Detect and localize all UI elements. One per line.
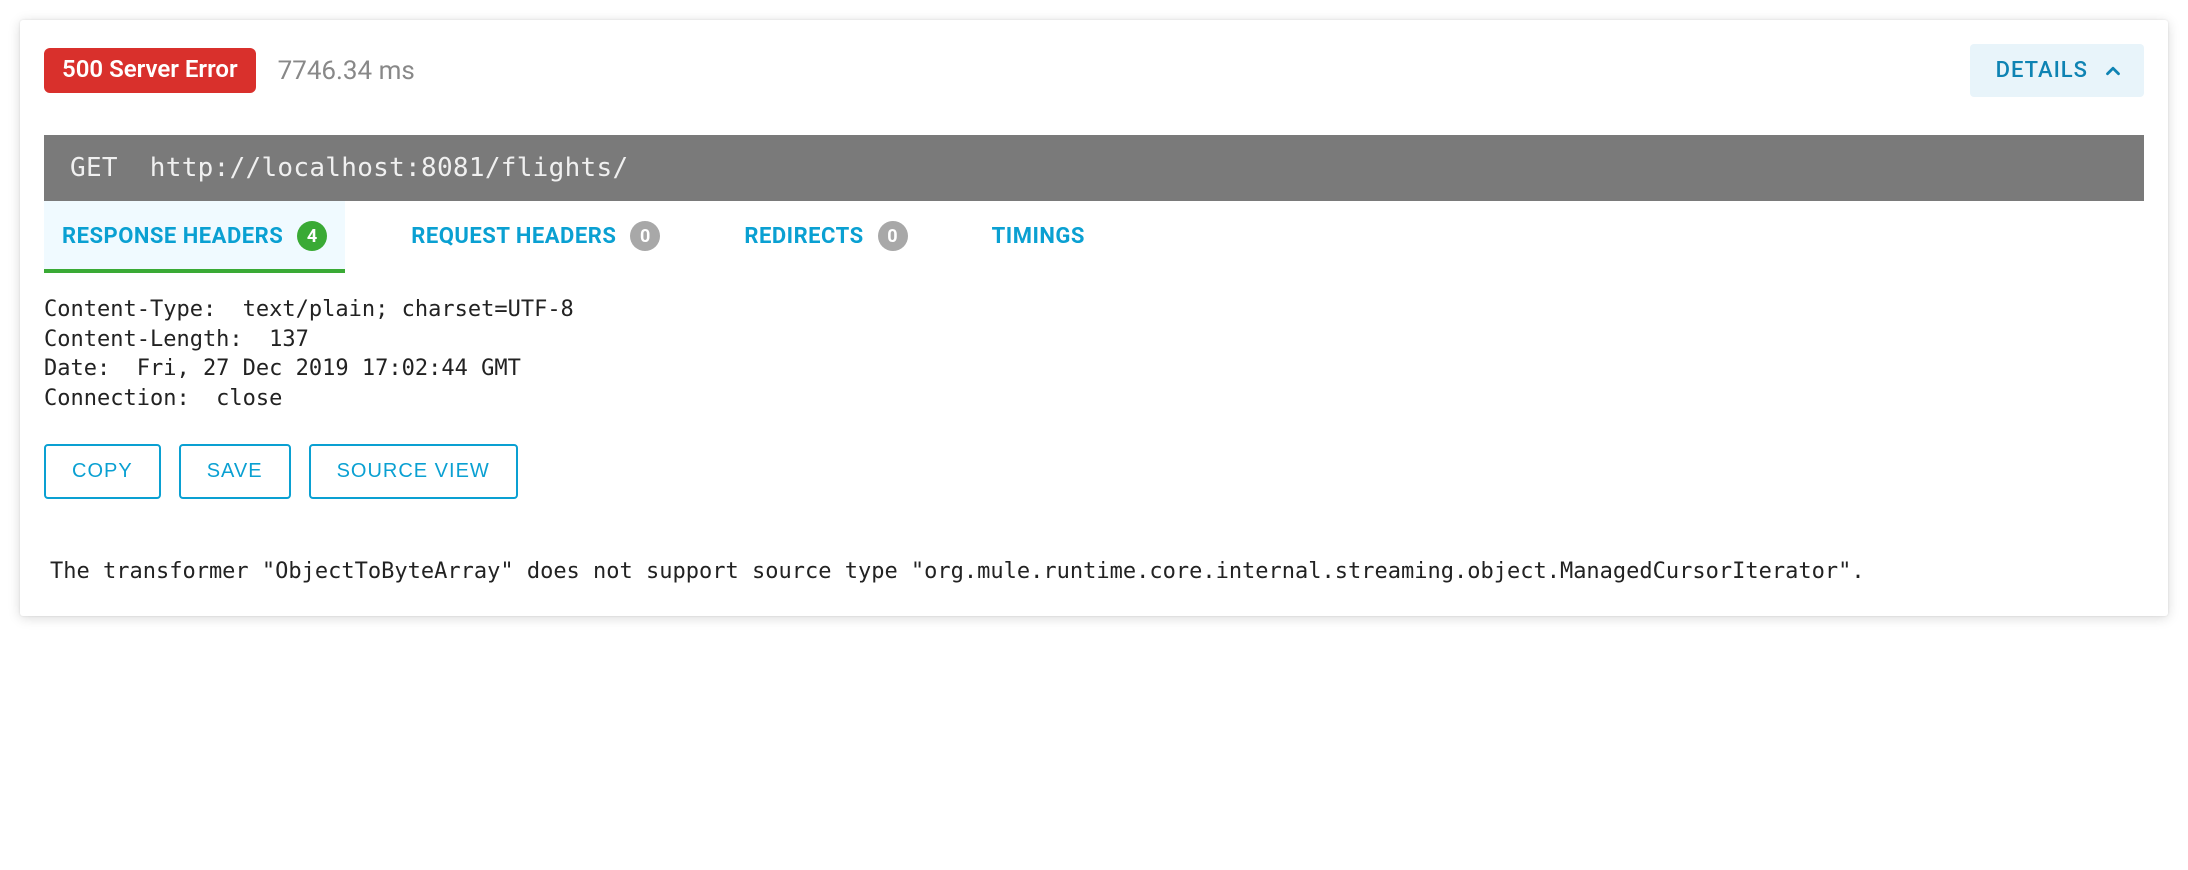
tab-label: REDIRECTS [744,224,863,249]
copy-button[interactable]: COPY [44,444,161,499]
tab-response-headers[interactable]: RESPONSE HEADERS 4 [44,201,345,273]
summary-row: 500 Server Error 7746.34 ms DETAILS [20,20,2168,113]
request-bar: GET http://localhost:8081/flights/ [44,135,2144,201]
save-button[interactable]: SAVE [179,444,291,499]
tab-count: 4 [297,221,327,251]
response-panel: 500 Server Error 7746.34 ms DETAILS GET … [20,20,2168,616]
details-toggle[interactable]: DETAILS [1970,44,2144,97]
response-time: 7746.34 ms [278,56,415,86]
tab-label: RESPONSE HEADERS [62,224,283,249]
source-view-button[interactable]: SOURCE VIEW [309,444,518,499]
action-buttons: COPY SAVE SOURCE VIEW [20,422,2168,505]
tab-redirects[interactable]: REDIRECTS 0 [726,201,925,273]
details-label: DETAILS [1996,58,2088,83]
tab-count: 0 [878,221,908,251]
status-badge: 500 Server Error [44,48,256,92]
tab-label: REQUEST HEADERS [411,224,616,249]
http-method: GET [70,153,118,183]
tab-count: 0 [630,221,660,251]
chevron-up-icon [2102,60,2124,82]
tabs: RESPONSE HEADERS 4 REQUEST HEADERS 0 RED… [44,201,2144,273]
tab-label: TIMINGS [992,224,1085,249]
headers-list: Content-Type: text/plain; charset=UTF-8 … [20,273,2168,422]
tab-timings[interactable]: TIMINGS [974,204,1103,271]
response-body: The transformer "ObjectToByteArray" does… [20,505,2168,616]
request-url: http://localhost:8081/flights/ [150,153,629,183]
tab-request-headers[interactable]: REQUEST HEADERS 0 [393,201,678,273]
